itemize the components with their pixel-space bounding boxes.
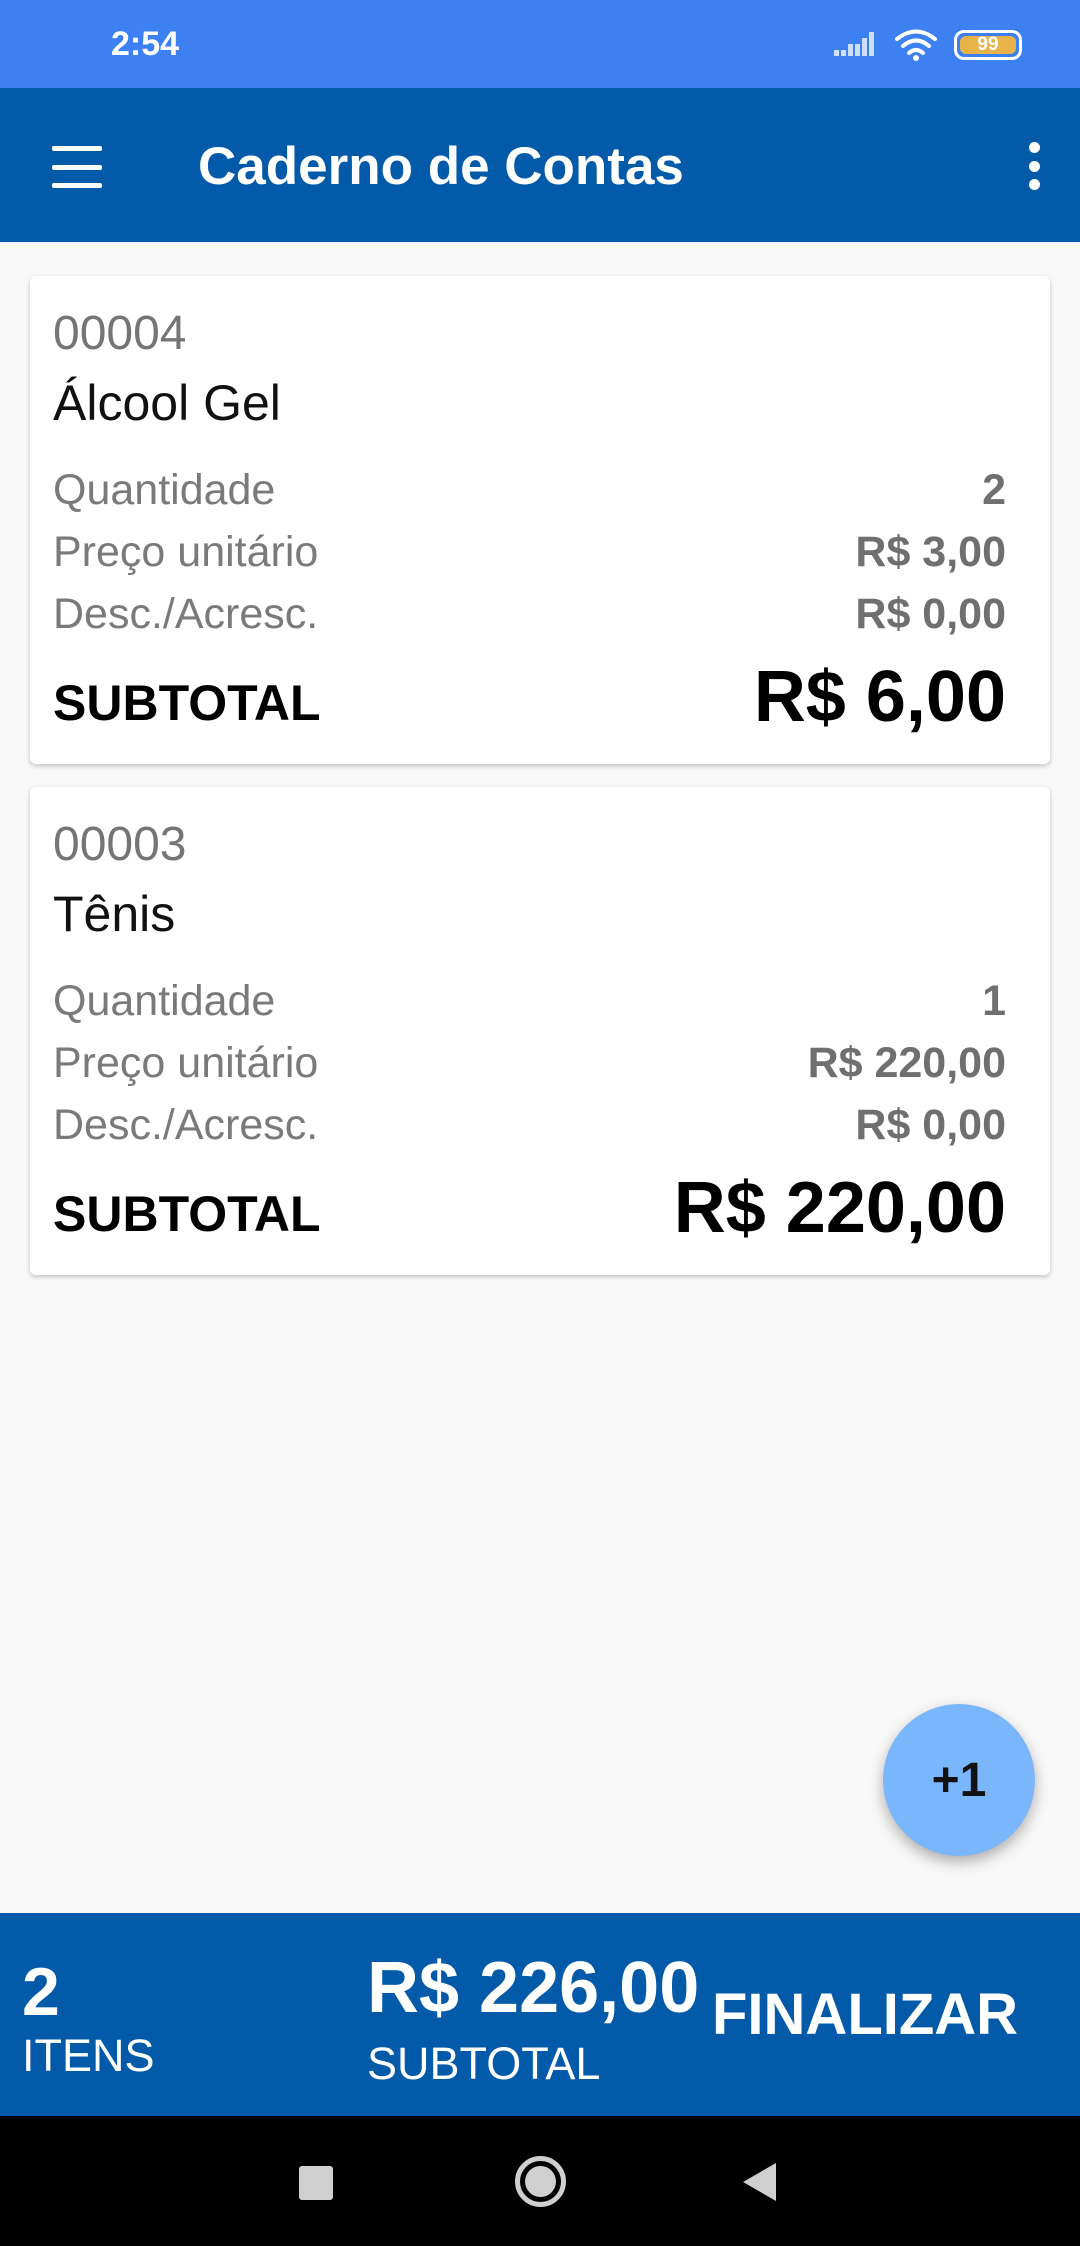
overflow-menu-icon[interactable]: [1014, 140, 1054, 192]
item-card[interactable]: 00004 Álcool Gel Quantidade 2 Preço unit…: [30, 276, 1050, 764]
discount-value: R$ 0,00: [855, 1101, 1006, 1149]
unit-price-value: R$ 3,00: [855, 528, 1006, 576]
item-count: 2: [22, 1954, 60, 2030]
unit-price-label: Preço unitário: [53, 1039, 319, 1087]
wifi-icon: [895, 29, 937, 61]
quantity-row: Quantidade 2: [53, 466, 1006, 515]
total-value: R$ 226,00: [367, 1948, 700, 2028]
page-title: Caderno de Contas: [198, 137, 684, 196]
signal-icon: [834, 32, 874, 56]
summary-bar: 2 ITENS R$ 226,00 SUBTOTAL FINALIZAR: [0, 1913, 1080, 2116]
total-label: SUBTOTAL: [367, 2038, 601, 2089]
discount-row: Desc./Acresc. R$ 0,00: [53, 590, 1006, 639]
subtotal-label: SUBTOTAL: [53, 675, 321, 731]
recents-icon[interactable]: [299, 2166, 333, 2200]
quantity-value: 1: [982, 977, 1006, 1025]
item-code: 00004: [53, 307, 187, 360]
item-name: Álcool Gel: [53, 375, 281, 431]
item-name: Tênis: [53, 886, 176, 942]
discount-row: Desc./Acresc. R$ 0,00: [53, 1101, 1006, 1150]
discount-label: Desc./Acresc.: [53, 1101, 319, 1149]
unit-price-row: Preço unitário R$ 3,00: [53, 528, 1006, 577]
discount-value: R$ 0,00: [855, 590, 1006, 638]
navigation-bar: [0, 2116, 1080, 2246]
quantity-label: Quantidade: [53, 466, 276, 514]
subtotal-row: SUBTOTAL R$ 6,00: [53, 656, 1006, 738]
unit-price-value: R$ 220,00: [807, 1039, 1006, 1087]
app-bar: Caderno de Contas: [0, 88, 1080, 242]
subtotal-value: R$ 6,00: [753, 657, 1006, 737]
item-card[interactable]: 00003 Tênis Quantidade 1 Preço unitário …: [30, 787, 1050, 1275]
unit-price-label: Preço unitário: [53, 528, 319, 576]
unit-price-row: Preço unitário R$ 220,00: [53, 1039, 1006, 1088]
battery-icon: 99: [954, 30, 1022, 60]
subtotal-label: SUBTOTAL: [53, 1186, 321, 1242]
menu-icon[interactable]: [40, 140, 114, 194]
status-bar: 2:54 99: [0, 0, 1080, 88]
quantity-label: Quantidade: [53, 977, 276, 1025]
status-time: 2:54: [111, 25, 180, 63]
home-icon[interactable]: [515, 2156, 566, 2207]
back-icon[interactable]: [743, 2163, 776, 2201]
finalize-button[interactable]: FINALIZAR: [712, 1981, 1018, 2048]
battery-level: 99: [977, 34, 999, 55]
item-count-label: ITENS: [22, 2030, 155, 2081]
discount-label: Desc./Acresc.: [53, 590, 319, 638]
quantity-row: Quantidade 1: [53, 977, 1006, 1026]
quantity-value: 2: [982, 466, 1006, 514]
status-icons: 99: [834, 27, 1022, 63]
item-code: 00003: [53, 818, 187, 871]
subtotal-row: SUBTOTAL R$ 220,00: [53, 1167, 1006, 1249]
add-one-button[interactable]: +1: [883, 1704, 1035, 1856]
subtotal-value: R$ 220,00: [673, 1168, 1006, 1248]
